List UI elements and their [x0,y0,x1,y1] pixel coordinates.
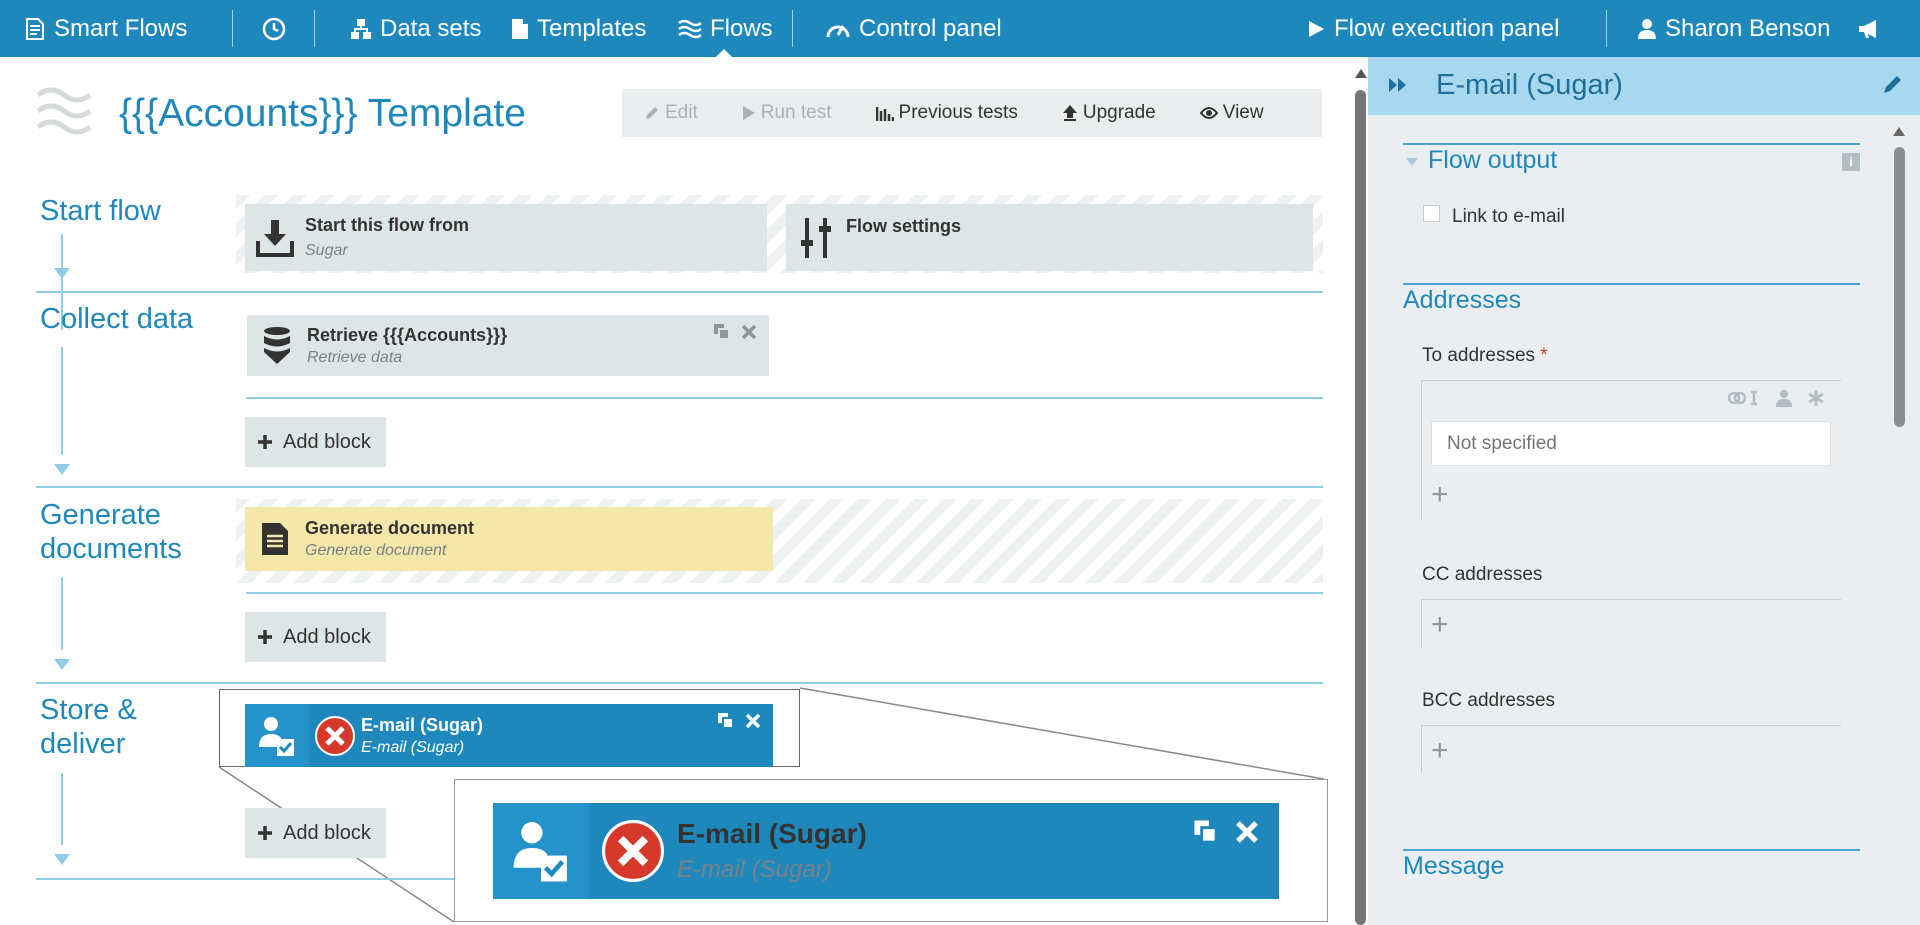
add-to-address-button[interactable]: + [1431,480,1449,510]
addresses-section: Addresses [1403,283,1860,323]
copy-icon[interactable] [717,712,735,730]
asterisk-icon[interactable] [1807,389,1825,407]
top-navigation-bar: Smart Flows Data sets Templates Flows Co… [0,0,1920,57]
history-button[interactable] [261,0,287,57]
user-icon [1637,18,1657,40]
link-to-email-checkbox[interactable] [1423,205,1440,222]
zoom-callout: E-mail (Sugar) E-mail (Sugar) [454,779,1328,922]
delete-icon[interactable] [745,713,761,729]
flow-output-section: Flow output i [1403,143,1860,203]
play-icon [1306,19,1326,39]
scroll-thumb[interactable] [1355,90,1366,925]
megaphone-icon [1857,18,1881,40]
delete-icon [1235,820,1259,844]
nav-data-sets[interactable]: Data sets [350,0,481,57]
nav-templates-label: Templates [537,14,647,42]
document-icon [511,18,529,40]
block-subtitle: E-mail (Sugar) [361,738,465,756]
flow-execution-panel-label: Flow execution panel [1334,14,1560,42]
message-title: Message [1403,852,1505,880]
user-check-icon [245,704,309,767]
waves-icon [678,19,702,39]
collapse-panel-icon[interactable] [1388,77,1408,93]
nav-separator [314,10,315,47]
flow-editor: {{{Accounts}}} Template Edit Run test Pr… [6,57,1352,925]
address-source-toolbar [1727,389,1825,407]
sitemap-icon [350,18,372,40]
brand-name: Smart Flows [54,14,188,42]
copy-icon [1193,819,1219,845]
nav-control-panel[interactable]: Control panel [825,0,1002,57]
to-address-input[interactable] [1431,421,1831,466]
add-bcc-address-button[interactable]: + [1431,736,1449,766]
brand-link[interactable]: Smart Flows [24,0,187,57]
announcements-button[interactable] [1857,0,1881,57]
link-to-email-label: Link to e-mail [1452,206,1565,227]
block-title: E-mail (Sugar) [361,714,484,735]
message-section: Message [1403,849,1860,889]
cc-addresses-label: CC addresses [1422,564,1543,585]
bcc-addresses-label: BCC addresses [1422,690,1556,711]
edit-pencil-icon[interactable] [1882,73,1904,95]
link-text-icon[interactable] [1727,389,1761,407]
nav-flows-label: Flows [710,14,773,42]
required-asterisk: * [1540,345,1548,366]
nav-control-panel-label: Control panel [859,14,1002,42]
caret-down-icon[interactable] [1405,157,1419,167]
panel-scroll-up-arrow[interactable] [1893,127,1905,136]
nav-separator [232,10,233,47]
bcc-addresses-box: + [1421,725,1841,773]
add-cc-address-button[interactable]: + [1431,610,1449,640]
addresses-title: Addresses [1403,286,1522,314]
flow-output-title[interactable]: Flow output [1428,146,1557,175]
to-addresses-text: To addresses [1422,345,1536,366]
user-icon[interactable] [1775,389,1793,407]
block-title: E-mail (Sugar) [677,818,867,849]
scroll-up-arrow[interactable] [1355,69,1367,78]
to-addresses-box: + [1421,380,1841,520]
user-name: Sharon Benson [1665,14,1831,42]
to-addresses-label: To addresses * [1422,345,1548,367]
gauge-icon [825,17,851,41]
panel-scroll-thumb[interactable] [1894,147,1905,427]
info-icon[interactable]: i [1842,153,1860,171]
error-icon [589,820,677,882]
clock-icon [261,16,287,42]
panel-title: E-mail (Sugar) [1436,69,1623,101]
nav-separator [1606,10,1607,47]
cc-addresses-box: + [1421,599,1841,647]
panel-header: E-mail (Sugar) [1368,57,1920,115]
email-sugar-block[interactable]: E-mail (Sugar) E-mail (Sugar) [245,704,773,767]
user-menu[interactable]: Sharon Benson [1637,0,1830,57]
error-icon [309,715,361,756]
plus-icon [257,825,273,841]
block-subtitle: E-mail (Sugar) [677,856,832,883]
main-scrollbar[interactable] [1352,57,1368,925]
email-sugar-block-zoomed: E-mail (Sugar) E-mail (Sugar) [493,803,1279,899]
smart-flows-logo-icon [24,17,46,41]
block-properties-panel: E-mail (Sugar) Flow output i Link to e-m… [1368,57,1920,925]
flow-execution-panel-button[interactable]: Flow execution panel [1306,0,1559,57]
nav-templates[interactable]: Templates [511,0,646,57]
nav-data-sets-label: Data sets [380,14,482,42]
add-block-button[interactable]: Add block [245,808,386,858]
user-check-icon [493,803,589,899]
add-block-label: Add block [283,821,371,844]
active-nav-indicator [716,49,732,57]
nav-separator [792,10,793,47]
